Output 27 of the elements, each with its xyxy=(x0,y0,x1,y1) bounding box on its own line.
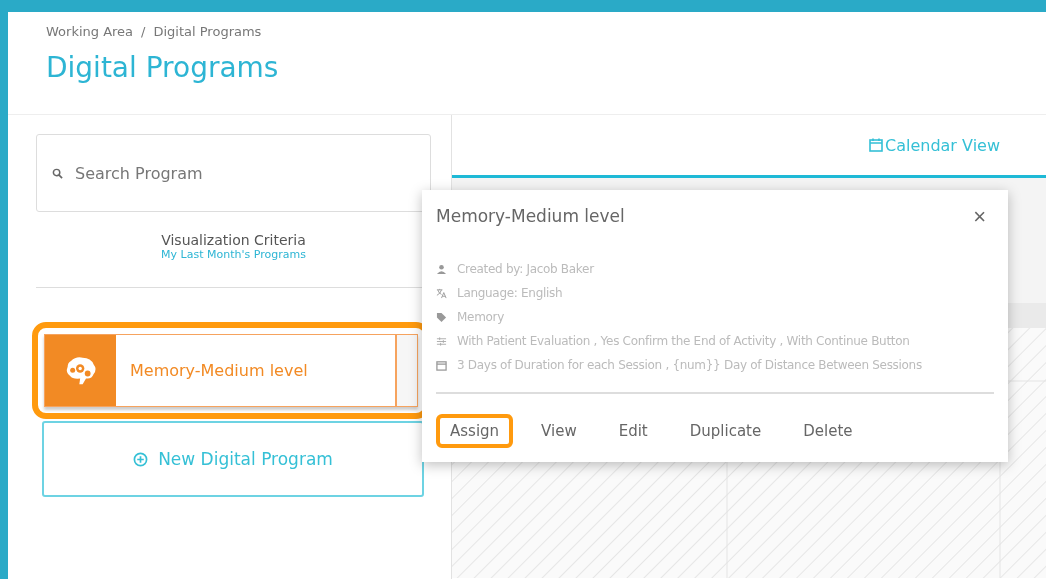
sliders-icon xyxy=(436,335,447,347)
detail-text: 3 Days of Duration for each Session , {num}} Day of Distance Between Sessions xyxy=(457,358,922,372)
action-button[interactable]: Edit xyxy=(604,414,662,448)
action-button[interactable]: Duplicate xyxy=(675,414,776,448)
breadcrumb-separator: / xyxy=(141,24,146,39)
person-icon xyxy=(436,263,447,275)
popover-title: Memory-Medium level xyxy=(436,206,625,226)
page-title: Digital Programs xyxy=(46,51,280,84)
close-button[interactable]: × xyxy=(965,206,994,228)
add-icon xyxy=(133,451,149,467)
translate-icon xyxy=(436,287,447,299)
calendar-icon xyxy=(436,359,447,371)
search-field[interactable]: Search Program xyxy=(36,134,431,212)
search-icon xyxy=(52,168,63,179)
breadcrumb-item[interactable]: Working Area xyxy=(46,24,134,39)
criteria-label: Visualization Criteria xyxy=(161,232,306,248)
breadcrumb-item[interactable]: Digital Programs xyxy=(153,24,262,39)
drag-handle[interactable] xyxy=(395,335,417,406)
action-button[interactable]: Assign xyxy=(436,414,514,448)
detail-text: Language: English xyxy=(457,286,563,300)
action-button[interactable]: Delete xyxy=(789,414,867,448)
detail-text: Created by: Jacob Baker xyxy=(457,262,594,276)
detail-text: With Patient Evaluation , Yes Confirm the End of Activity , With Continue Button xyxy=(457,334,910,348)
calendar-icon xyxy=(869,138,883,152)
detail-text: Memory xyxy=(457,310,504,324)
action-button[interactable]: View xyxy=(527,414,591,448)
tag-icon xyxy=(436,311,447,323)
